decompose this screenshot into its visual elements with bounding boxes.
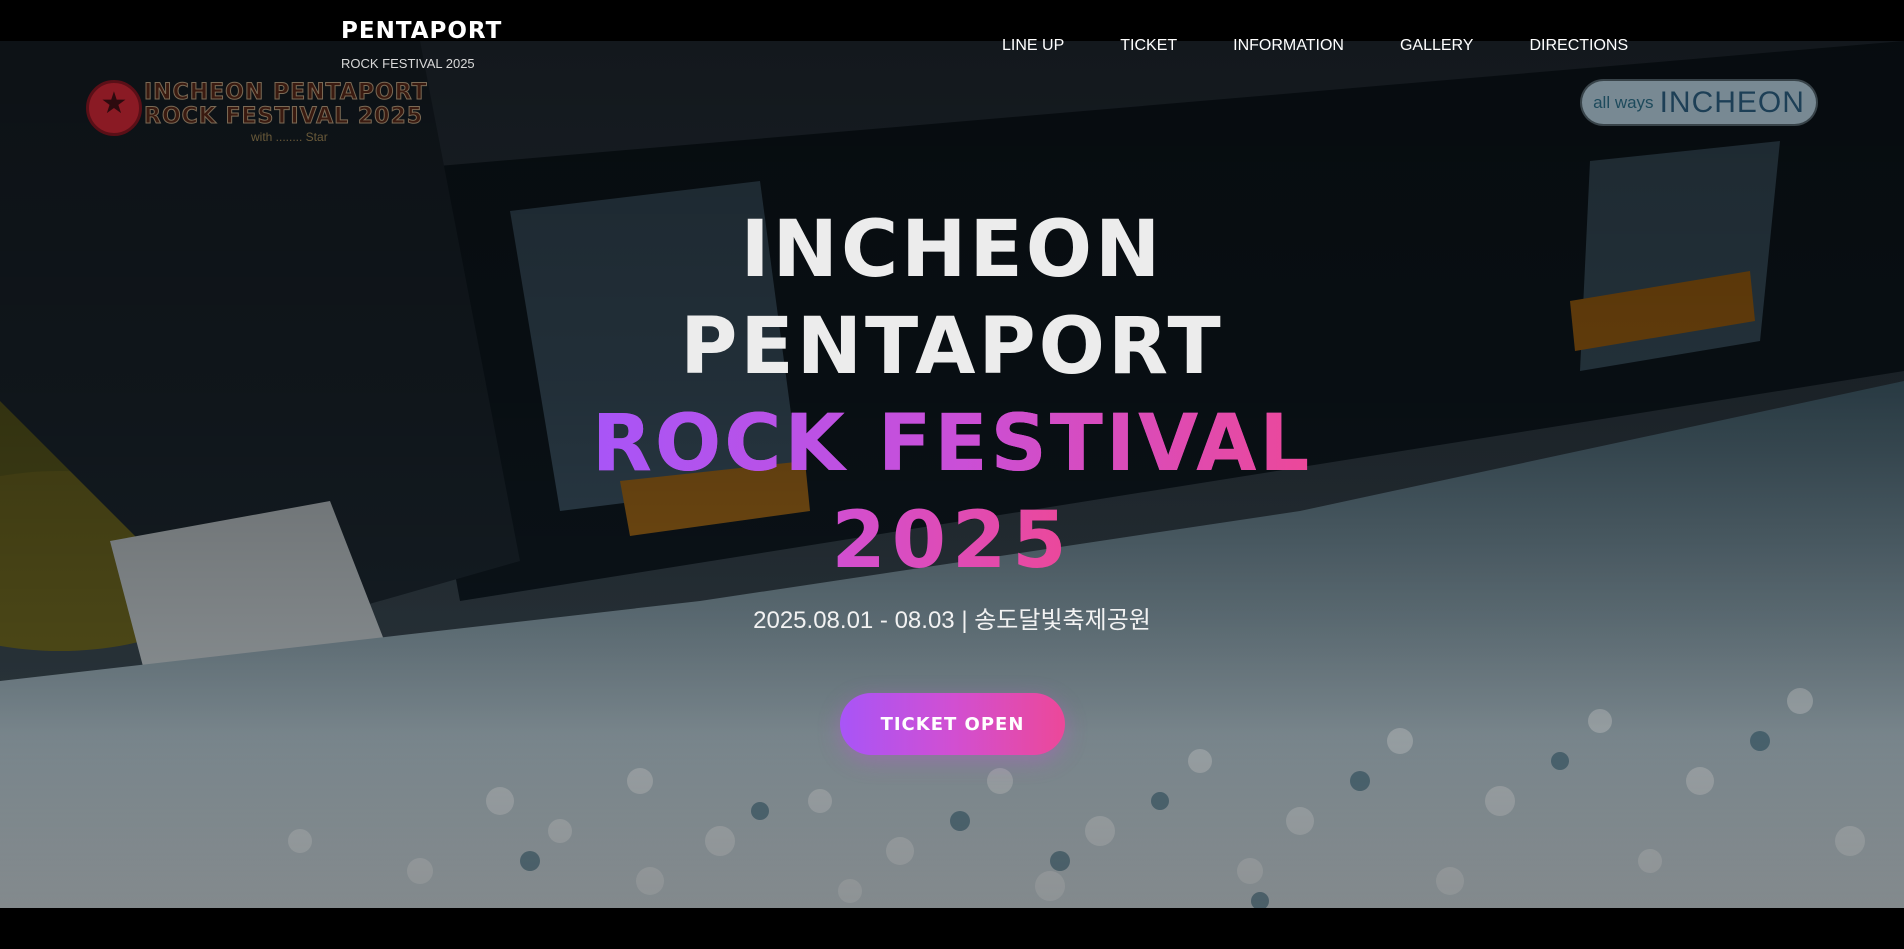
main-nav: LINE UP TICKET INFORMATION GALLERY DIREC…: [1002, 38, 1628, 54]
hero-title-line1: INCHEON: [740, 205, 1164, 295]
partner-logo-small: all ways: [1593, 92, 1654, 112]
hero-title-line3-text: ROCK FESTIVAL: [591, 399, 1313, 489]
festival-logo-line3: with ........ Star: [251, 130, 328, 144]
nav-item-gallery[interactable]: GALLERY: [1400, 38, 1474, 54]
star-icon: ★: [86, 80, 142, 136]
page: PENTAPORT ROCK FESTIVAL 2025 LINE UP TIC…: [0, 0, 1904, 949]
top-bar: [0, 0, 1904, 41]
hero-title-line4: 2025: [0, 502, 1904, 580]
partner-logo-big: INCHEON: [1659, 85, 1805, 119]
ticket-open-button[interactable]: TICKET OPEN: [840, 693, 1065, 755]
nav-item-line-up[interactable]: LINE UP: [1002, 38, 1064, 54]
festival-logo-line2: ROCK FESTIVAL 2025: [143, 104, 424, 130]
nav-item-information[interactable]: INFORMATION: [1233, 38, 1344, 54]
brand-title[interactable]: PENTAPORT: [341, 20, 502, 43]
brand-subtitle: ROCK FESTIVAL 2025: [341, 56, 475, 71]
nav-item-ticket[interactable]: TICKET: [1120, 38, 1177, 54]
festival-logo: ★ INCHEON PENTAPORT ROCK FESTIVAL 2025 w…: [86, 80, 428, 150]
festival-logo-line1: INCHEON PENTAPORT: [144, 80, 428, 106]
all-ways-incheon-logo: all ways INCHEON: [1580, 79, 1818, 126]
bottom-bar: [0, 908, 1904, 949]
nav-item-directions[interactable]: DIRECTIONS: [1529, 38, 1628, 54]
hero-date-venue: 2025.08.01 - 08.03 | 송도달빛축제공원: [753, 607, 1151, 634]
hero-title-line2: PENTAPORT: [680, 302, 1224, 392]
hero-title-line3: ROCK FESTIVAL: [0, 405, 1904, 483]
hero-title-year: 2025: [831, 496, 1073, 586]
site-brand[interactable]: PENTAPORT ROCK FESTIVAL 2025: [341, 20, 502, 71]
